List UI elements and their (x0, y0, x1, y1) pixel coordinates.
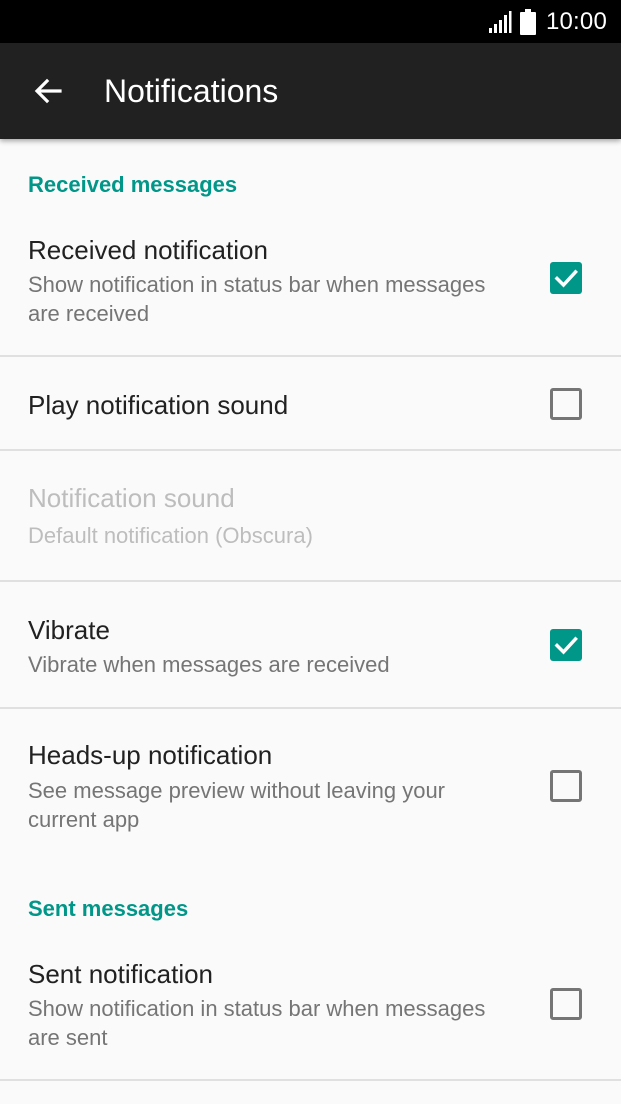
section-header-sent: Sent messages (28, 896, 189, 921)
status-clock: 10:00 (545, 7, 607, 35)
vibrate-checkbox[interactable] (550, 629, 582, 661)
pref-summary: Vibrate when messages are received (28, 652, 390, 677)
heads-up-checkbox[interactable] (550, 770, 582, 802)
pref-title: Heads-up notification (28, 740, 273, 770)
pref-summary: Show notification in status bar when mes… (28, 996, 486, 1050)
status-icons: 10:00 (488, 0, 607, 43)
pref-title: Notification sound (28, 483, 235, 513)
pref-summary: Default notification (Obscura) (28, 523, 313, 548)
pref-title: Vibrate (28, 615, 110, 645)
received-notification-checkbox[interactable] (550, 262, 582, 294)
pref-title: Received notification (28, 235, 268, 265)
page-title: Notifications (104, 73, 279, 109)
section-header-received: Received messages (28, 172, 238, 197)
pref-vibrate[interactable]: Vibrate Vibrate when messages are receiv… (0, 582, 621, 708)
pref-summary: Show notification in status bar when mes… (28, 272, 486, 326)
settings-list: Received messages Received notification … (0, 139, 621, 1104)
battery-icon (519, 8, 536, 35)
app-bar: Notifications (0, 43, 621, 139)
pref-play-notification-sound[interactable]: Play notification sound (0, 357, 621, 450)
arrow-back-icon (34, 78, 62, 104)
status-bar: 10:00 (0, 0, 621, 43)
divider (0, 1079, 621, 1081)
pref-heads-up-notification[interactable]: Heads-up notification See message previe… (0, 709, 621, 849)
pref-notification-sound[interactable]: Notification sound Default notification … (0, 451, 621, 581)
back-button[interactable] (20, 67, 76, 115)
pref-title: Sent notification (28, 959, 214, 989)
check-icon (554, 269, 578, 288)
pref-title: Play notification sound (28, 390, 289, 420)
check-icon (554, 636, 578, 655)
pref-summary: See message preview without leaving your… (28, 778, 446, 832)
signal-icon (488, 10, 512, 33)
pref-received-notification[interactable]: Received notification Show notification … (0, 211, 621, 356)
pref-sent-notification[interactable]: Sent notification Show notification in s… (0, 935, 621, 1079)
sent-notification-checkbox[interactable] (550, 988, 582, 1020)
play-sound-checkbox[interactable] (550, 388, 582, 420)
